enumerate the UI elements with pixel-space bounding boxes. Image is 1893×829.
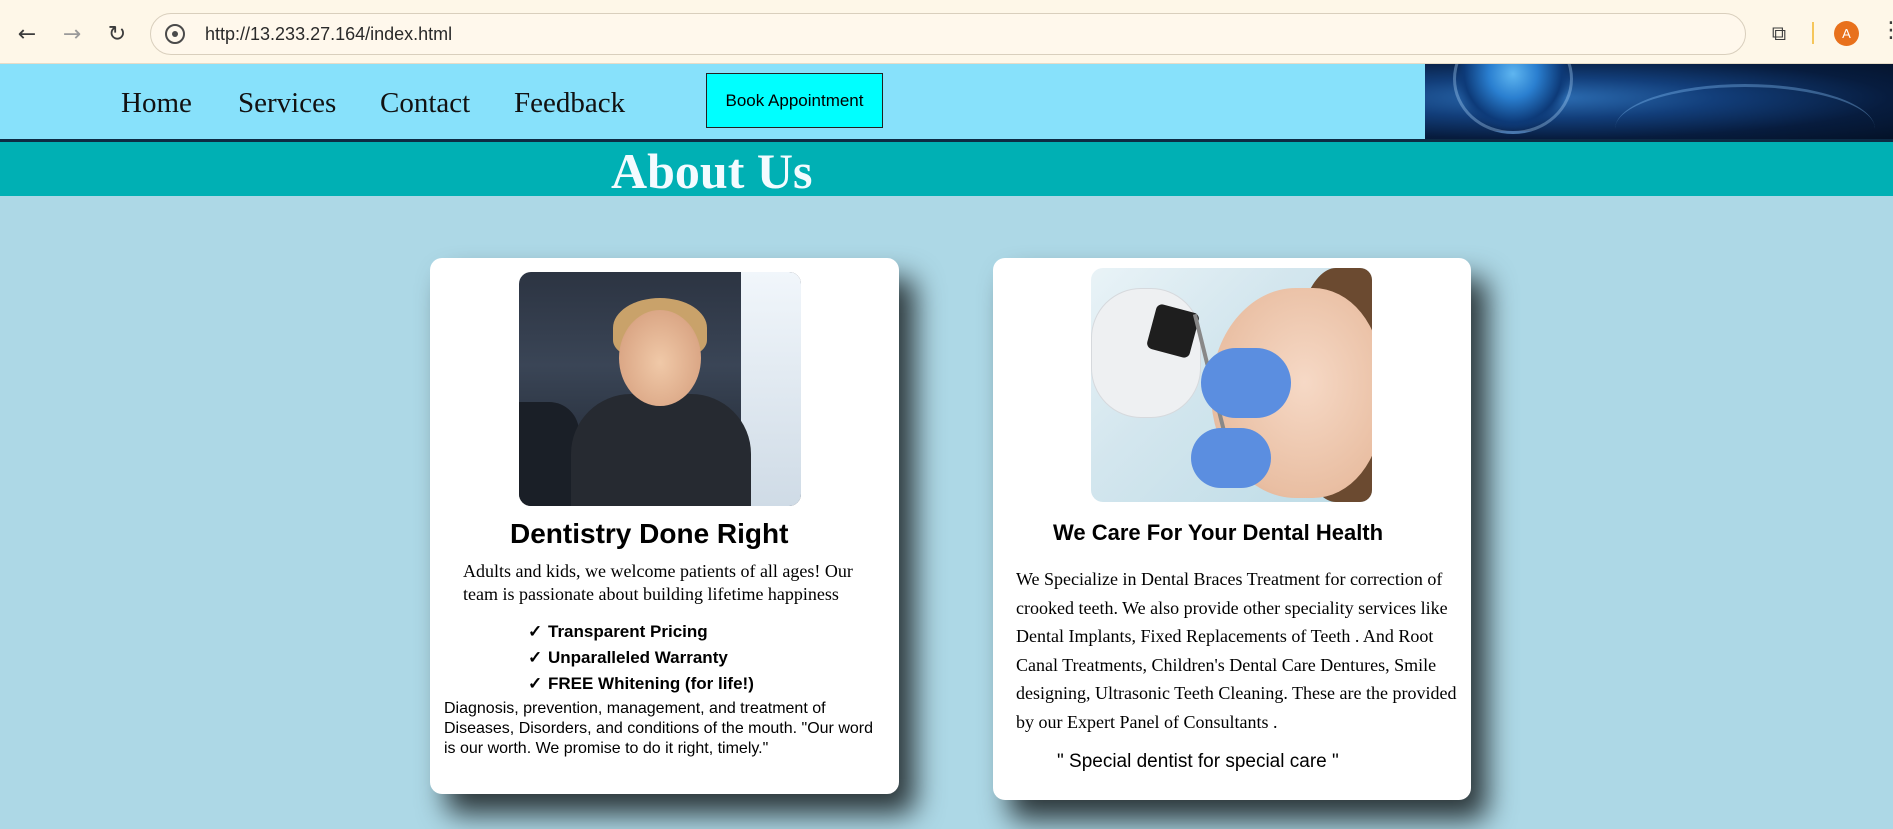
dental-exam-photo [1091,268,1372,502]
feature-list: ✓ Transparent Pricing ✓ Unparalleled Warra… [528,619,754,697]
nav-link-home[interactable]: Home [121,87,192,120]
nav-link-services[interactable]: Services [238,87,336,120]
check-icon: ✓ [528,674,543,693]
card-dental-health: We Care For Your Dental Health We Specia… [993,258,1471,800]
dentist-photo [519,272,801,506]
card-dentistry: Dentistry Done Right Adults and kids, we… [430,258,899,794]
url-text[interactable]: http://13.233.27.164/index.html [205,24,452,45]
feature-label: FREE Whitening (for life!) [548,674,754,693]
diagnosis-text: Diagnosis, prevention, management, and t… [444,700,873,757]
feature-label: Transparent Pricing [548,622,708,641]
list-item: ✓ Transparent Pricing [528,619,754,645]
list-item: ✓ Unparalleled Warranty [528,645,754,671]
tagline-text: " Special dentist for special care " [1057,751,1339,772]
extensions-icon[interactable]: ⧉ [1766,20,1792,46]
site-header: Home Services Contact Feedback Book Appo… [0,64,1893,139]
check-icon: ✓ [528,622,543,641]
profile-avatar[interactable]: A [1834,21,1859,46]
book-appointment-button[interactable]: Book Appointment [706,73,883,128]
card-title-dental-health: We Care For Your Dental Health [1053,520,1384,545]
card-title-dentistry: Dentistry Done Right [510,518,789,549]
nav-link-feedback[interactable]: Feedback [514,87,625,120]
menu-icon[interactable]: ⋮ [1880,18,1893,43]
about-title: About Us [611,143,813,199]
about-banner: About Us [0,142,1893,199]
card-intro-text: Adults and kids, we welcome patients of … [463,561,853,604]
back-icon[interactable]: ← [10,17,44,51]
reload-icon[interactable]: ↻ [100,17,134,51]
address-bar[interactable]: http://13.233.27.164/index.html [150,13,1746,55]
services-text: We Specialize in Dental Braces Treatment… [1016,569,1457,732]
feature-label: Unparalleled Warranty [548,648,728,667]
toolbar-divider [1812,22,1814,44]
check-icon: ✓ [528,648,543,667]
site-info-icon[interactable] [165,24,185,44]
nav-link-contact[interactable]: Contact [380,87,470,120]
list-item: ✓ FREE Whitening (for life!) [528,671,754,697]
browser-toolbar: ← → ↻ http://13.233.27.164/index.html ⧉ … [0,0,1893,64]
forward-icon[interactable]: → [55,17,89,51]
header-banner-image [1425,64,1893,139]
